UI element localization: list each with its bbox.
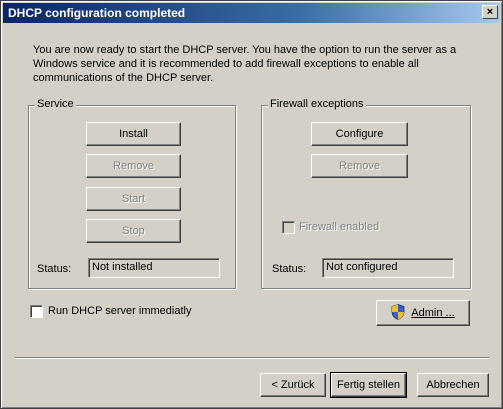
start-button-label: Start <box>121 193 146 205</box>
service-status-label: Status: <box>37 263 72 275</box>
service-status-field: Not installed <box>88 258 220 278</box>
firewall-status-field: Not configured <box>322 258 454 278</box>
admin-button[interactable]: Admin ... <box>376 300 470 326</box>
back-button-label: < Zurück <box>271 379 315 391</box>
service-remove-button[interactable]: Remove <box>86 154 181 178</box>
back-button[interactable]: < Zurück <box>260 373 326 397</box>
start-button[interactable]: Start <box>86 187 181 211</box>
window-title: DHCP configuration completed <box>8 6 186 20</box>
cancel-button-label: Abbrechen <box>426 379 480 391</box>
cancel-button[interactable]: Abbrechen <box>417 373 489 397</box>
configure-button-label: Configure <box>335 128 384 140</box>
close-button[interactable]: × <box>482 5 498 19</box>
dhcp-config-dialog: DHCP configuration completed × You are n… <box>0 0 503 409</box>
admin-button-label: Admin ... <box>411 306 455 319</box>
firewall-enabled-label: Firewall enabled <box>299 221 380 233</box>
run-immediately-label[interactable]: Run DHCP server immediatly <box>48 305 191 317</box>
firewall-group-legend: Firewall exceptions <box>268 98 366 110</box>
service-group-legend: Service <box>35 98 76 110</box>
install-button[interactable]: Install <box>86 122 181 146</box>
install-button-label: Install <box>119 128 148 140</box>
stop-button-label: Stop <box>122 225 145 237</box>
finish-button[interactable]: Fertig stellen <box>330 372 407 398</box>
description-text: You are now ready to start the DHCP serv… <box>33 44 457 84</box>
firewall-enabled-checkbox[interactable] <box>282 221 295 234</box>
footer-separator <box>15 357 489 359</box>
run-immediately-checkbox[interactable] <box>30 305 43 318</box>
close-icon: × <box>486 6 494 18</box>
firewall-remove-button[interactable]: Remove <box>311 154 408 178</box>
service-remove-button-label: Remove <box>113 160 154 172</box>
finish-button-label: Fertig stellen <box>337 379 400 391</box>
firewall-remove-button-label: Remove <box>339 160 380 172</box>
configure-button[interactable]: Configure <box>311 122 408 146</box>
firewall-status-label: Status: <box>272 263 307 275</box>
title-bar[interactable]: DHCP configuration completed × <box>3 3 500 23</box>
uac-shield-icon <box>391 303 405 323</box>
service-status-value: Not installed <box>92 261 153 273</box>
firewall-status-value: Not configured <box>326 261 398 273</box>
stop-button[interactable]: Stop <box>86 219 181 243</box>
